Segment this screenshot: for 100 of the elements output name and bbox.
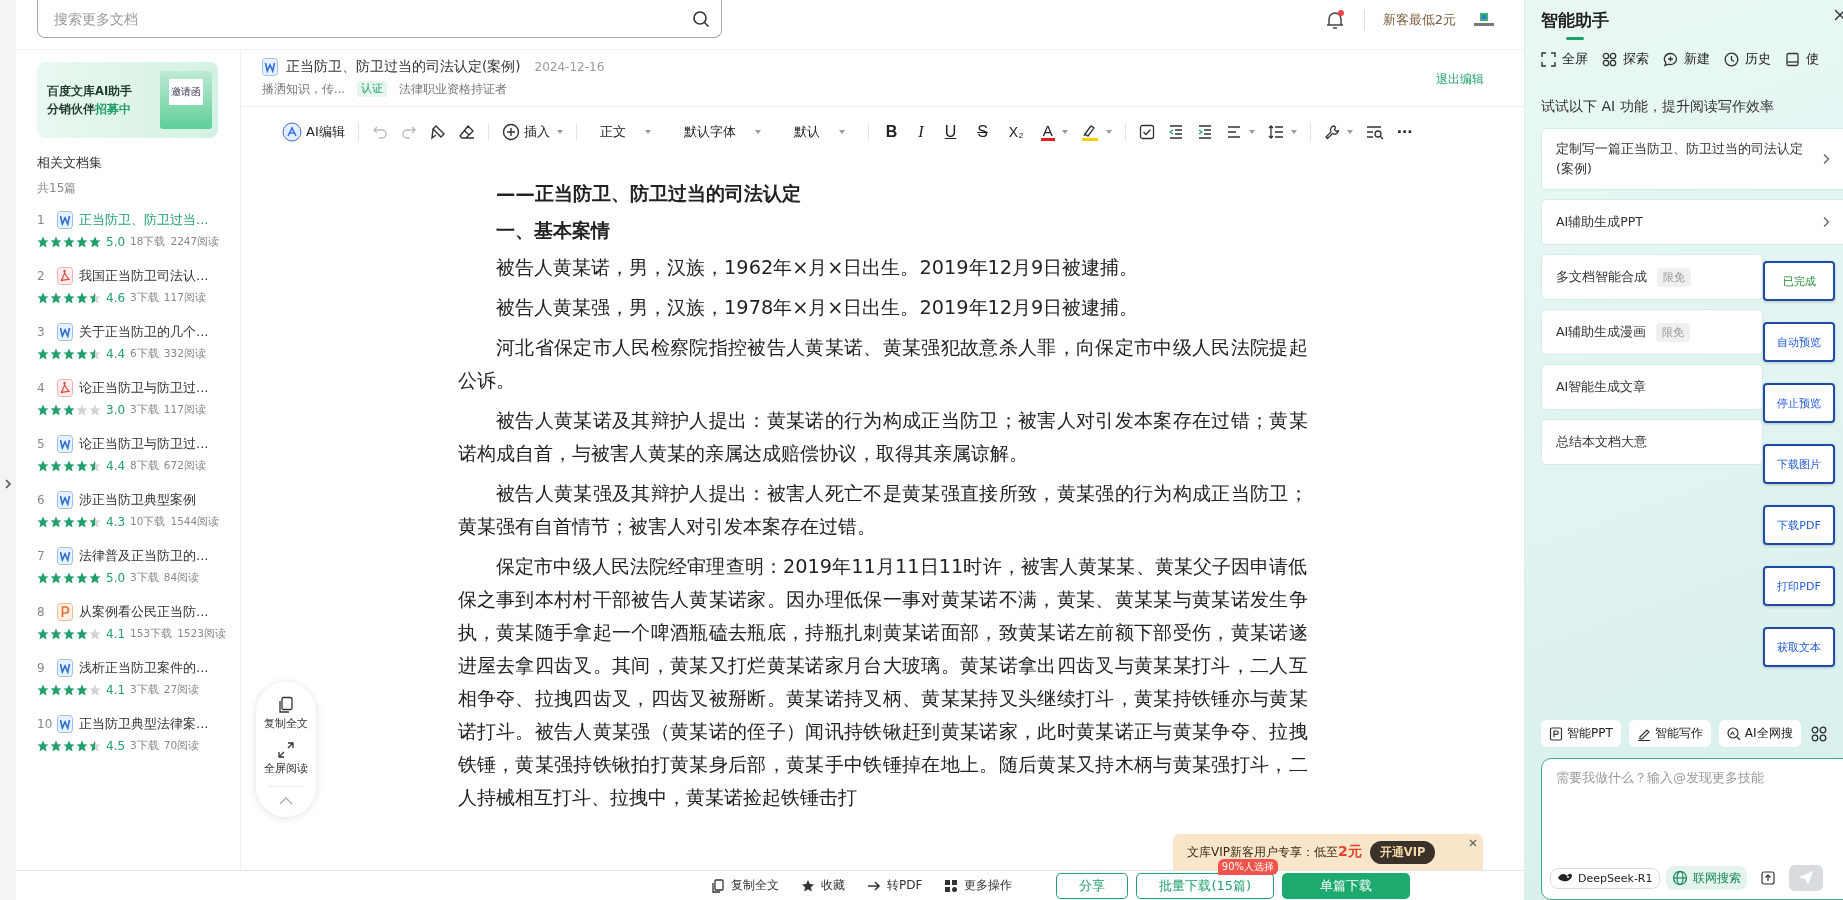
indent-icon[interactable] (1196, 124, 1213, 140)
related-doc-link[interactable]: 论正当防卫与防卫过... (79, 379, 209, 397)
panel-nav-button[interactable]: 新建 (1663, 50, 1710, 68)
word-file-icon (57, 435, 73, 453)
related-doc-link[interactable]: 正当防卫、防卫过当... (79, 211, 209, 229)
bottom-action-button[interactable]: 更多操作 (944, 877, 1013, 894)
overlay-button[interactable]: 打印PDF (1763, 566, 1835, 606)
bottom-action-button[interactable]: 复制全文 (711, 877, 779, 894)
ppt-file-icon (57, 603, 73, 621)
word-file-icon (262, 58, 278, 76)
overlay-button[interactable]: 已完成 (1763, 261, 1835, 301)
ai-feature-card[interactable]: 定制写一篇正当防卫、防卫过当的司法认定(案例) (1541, 128, 1843, 190)
font-color-button[interactable]: A (1040, 123, 1068, 141)
format-button[interactable]: B (881, 123, 902, 141)
item-number: 6 (37, 493, 46, 507)
format-button[interactable]: S (973, 123, 992, 141)
related-doc-link[interactable]: 我国正当防卫司法认... (79, 267, 209, 285)
insert-dropdown[interactable]: 插入 (501, 123, 563, 141)
related-doc-link[interactable]: 浅析正当防卫案件的... (79, 659, 209, 677)
download-count: 153下载 (130, 627, 173, 641)
message-input[interactable]: 需要我做什么？输入@发现更多技能 (1550, 767, 1838, 865)
ai-feature-card[interactable]: 多文档智能合成 限免 (1541, 254, 1763, 300)
author-name[interactable]: 播洒知识，传... (262, 81, 345, 97)
fullscreen-read-button[interactable]: 全屏阅读 (264, 741, 308, 776)
download-count: 10下载 (130, 515, 166, 529)
vip-promo-text: 文库VIP新客用户专享：低至2元 (1187, 843, 1362, 861)
outdent-icon[interactable] (1167, 124, 1184, 140)
promo-banner[interactable]: 百度文库AI助手 分销伙伴招募中 邀请函 (37, 62, 218, 138)
overlay-button[interactable]: 停止预览 (1763, 383, 1835, 423)
exit-edit-link[interactable]: 退出编辑 (1436, 71, 1484, 88)
ai-edit-button[interactable]: AI编辑 (282, 122, 345, 142)
expand-chevron-icon[interactable] (4, 478, 12, 490)
search-field[interactable]: 搜索更多文档 (37, 0, 722, 38)
item-number: 3 (37, 325, 46, 339)
related-doc-link[interactable]: 关于正当防卫的几个... (79, 323, 209, 341)
panel-nav-button[interactable]: 探索 (1602, 50, 1649, 68)
section-title: 相关文档集 (37, 154, 103, 172)
format-button[interactable]: I (914, 123, 928, 141)
overlay-button[interactable]: 自动预览 (1763, 322, 1835, 362)
related-doc-link[interactable]: 涉正当防卫典型案例 (79, 491, 196, 509)
logo-icon[interactable] (1474, 13, 1494, 27)
ai-feature-card[interactable]: AI辅助生成PPT (1541, 199, 1843, 245)
read-count: 117阅读 (163, 291, 206, 305)
copy-icon (277, 696, 295, 714)
bottom-action-button[interactable]: 收藏 (801, 877, 845, 894)
panel-nav-button[interactable]: 使 (1785, 50, 1819, 68)
format-brush-icon[interactable] (429, 124, 446, 140)
section-heading: 一、基本案情 (495, 218, 612, 244)
line-spacing-dropdown[interactable] (1267, 124, 1297, 140)
bottom-action-button[interactable]: 转PDF (867, 877, 923, 894)
read-count: 332阅读 (163, 347, 206, 361)
copy-all-button[interactable]: 复制全文 (264, 696, 308, 731)
panel-nav-button[interactable]: 历史 (1724, 50, 1771, 68)
upload-icon[interactable] (1760, 871, 1775, 885)
related-doc-link[interactable]: 正当防卫典型法律案... (79, 715, 209, 733)
download-count: 3下载 (130, 571, 159, 585)
format-button[interactable]: X₂ (1004, 124, 1028, 140)
download-count: 3下载 (130, 739, 159, 753)
overlay-button[interactable]: 获取文本 (1763, 627, 1835, 667)
download-count: 3下载 (130, 291, 159, 305)
pdf-file-icon (57, 267, 73, 285)
overlay-button[interactable]: 下载图片 (1763, 444, 1835, 484)
share-button[interactable]: 分享 (1056, 872, 1129, 899)
promo-link[interactable]: 新客最低2元 (1382, 11, 1456, 29)
highlight-button[interactable] (1080, 123, 1112, 141)
free-tag: 限免 (1657, 267, 1691, 287)
skill-chip[interactable]: 智能写作 (1628, 720, 1711, 747)
web-search-toggle[interactable]: 联网搜索 (1665, 866, 1747, 890)
skill-chip[interactable]: AI全网搜 (1718, 720, 1801, 747)
free-tag: 限免 (1656, 322, 1691, 342)
related-doc-link[interactable]: 从案例看公民正当防... (79, 603, 209, 621)
download-count: 3下载 (130, 403, 159, 417)
ai-feature-card[interactable]: AI智能生成文章 (1541, 364, 1763, 410)
search-icon[interactable] (692, 10, 710, 28)
eraser-icon[interactable] (458, 124, 475, 140)
format-button[interactable]: U (940, 123, 961, 141)
related-doc-link[interactable]: 论正当防卫与防卫过... (79, 435, 209, 453)
overlay-button[interactable]: 下载PDF (1763, 505, 1835, 545)
tools-dropdown[interactable] (1323, 124, 1353, 140)
model-selector[interactable]: DeepSeek-R1 (1550, 867, 1660, 889)
rating-value: 3.0 (106, 403, 126, 417)
font-dropdown[interactable]: 默认字体 (673, 123, 771, 141)
ai-feature-card[interactable]: AI辅助生成漫画 限免 (1541, 309, 1763, 355)
chat-composer[interactable]: 需要我做什么？输入@发现更多技能 DeepSeek-R1 联网搜索 (1541, 758, 1843, 900)
rating-value: 5.0 (106, 235, 126, 249)
ai-feature-card[interactable]: 总结本文档大意 (1541, 419, 1763, 465)
more-button[interactable]: ··· (1396, 124, 1413, 140)
paragraph: 河北省保定市人民检察院指控被告人黄某诺、黄某强犯故意杀人罪，向保定市中级人民法院提起公诉。 (457, 335, 1308, 394)
panel-nav-button[interactable]: 全屏 (1541, 50, 1588, 68)
checkbox-icon[interactable] (1138, 124, 1155, 140)
close-icon[interactable] (1835, 8, 1843, 22)
font-size-dropdown[interactable]: 默认 (783, 123, 855, 141)
open-vip-button[interactable]: 开通VIP (1369, 840, 1436, 864)
grid-icon[interactable] (1810, 725, 1827, 742)
related-doc-link[interactable]: 法律普及正当防卫的... (79, 547, 209, 565)
skill-chip[interactable]: 智能PPT (1541, 720, 1621, 747)
find-icon[interactable] (1365, 124, 1384, 140)
read-count: 84阅读 (163, 571, 200, 585)
align-dropdown[interactable] (1225, 124, 1255, 140)
paragraph-style-dropdown[interactable]: 正文 (589, 123, 661, 141)
